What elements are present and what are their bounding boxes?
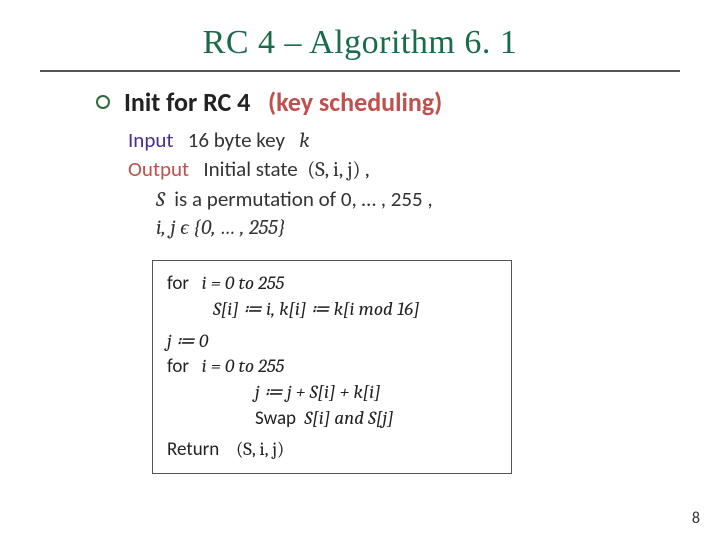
init-heading: Init for RC 4 (key scheduling) (124, 86, 442, 118)
swap-rest: S[i] and S[j] (304, 407, 393, 429)
input-label: Input (128, 127, 173, 153)
for2-keyword: for (167, 355, 189, 378)
bullet-icon (96, 95, 110, 109)
return-val: (S, i, j) (236, 438, 284, 460)
output-text: Initial state (203, 156, 297, 182)
for1-body: S[i] ≔ i, k[i] ≔ k[i mod 16] (167, 297, 497, 323)
input-var: k (299, 129, 309, 153)
algorithm-box: for i = 0 to 255 S[i] ≔ i, k[i] ≔ k[i mo… (152, 260, 512, 473)
perm-text: is a permutation of 0, … , 255 , (174, 186, 432, 212)
bullet-row: Init for RC 4 (key scheduling) (96, 86, 680, 118)
output-label: Output (128, 156, 189, 182)
j-init: j ≔ 0 (167, 329, 497, 355)
perm-S: S (156, 188, 165, 212)
io-block: Input 16 byte key k Output Initial state… (128, 126, 680, 242)
ij-line: i, j ϵ {0, … , 255} (156, 214, 680, 242)
slide-title: RC 4 – Algorithm 6. 1 (40, 24, 680, 68)
input-text: 16 byte key (188, 127, 285, 153)
for1-keyword: for (167, 272, 189, 295)
for1-line: for i = 0 to 255 (167, 271, 497, 297)
for2-body1: j ≔ j + S[i] + k[i] (167, 380, 497, 406)
slide: RC 4 – Algorithm 6. 1 Init for RC 4 (key… (0, 0, 720, 540)
swap-keyword: Swap (255, 407, 296, 430)
for2-line: for i = 0 to 255 (167, 354, 497, 380)
return-line: Return (S, i, j) (167, 437, 497, 463)
for1-cond: i = 0 to 255 (202, 272, 285, 294)
page-number: 8 (692, 509, 700, 528)
input-line: Input 16 byte key k (128, 126, 680, 155)
output-line: Output Initial state (S, i, j) , (128, 155, 680, 184)
init-prefix: Init for RC 4 (124, 86, 250, 118)
for2-cond: i = 0 to 255 (202, 355, 285, 377)
title-underline (40, 70, 680, 72)
perm-line: S is a permutation of 0, … , 255 , (156, 185, 680, 214)
return-keyword: Return (167, 438, 219, 461)
for2-body2: Swap S[i] and S[j] (167, 406, 497, 432)
init-paren: (key scheduling) (268, 86, 442, 118)
output-tuple: (S, i, j) , (307, 158, 369, 182)
